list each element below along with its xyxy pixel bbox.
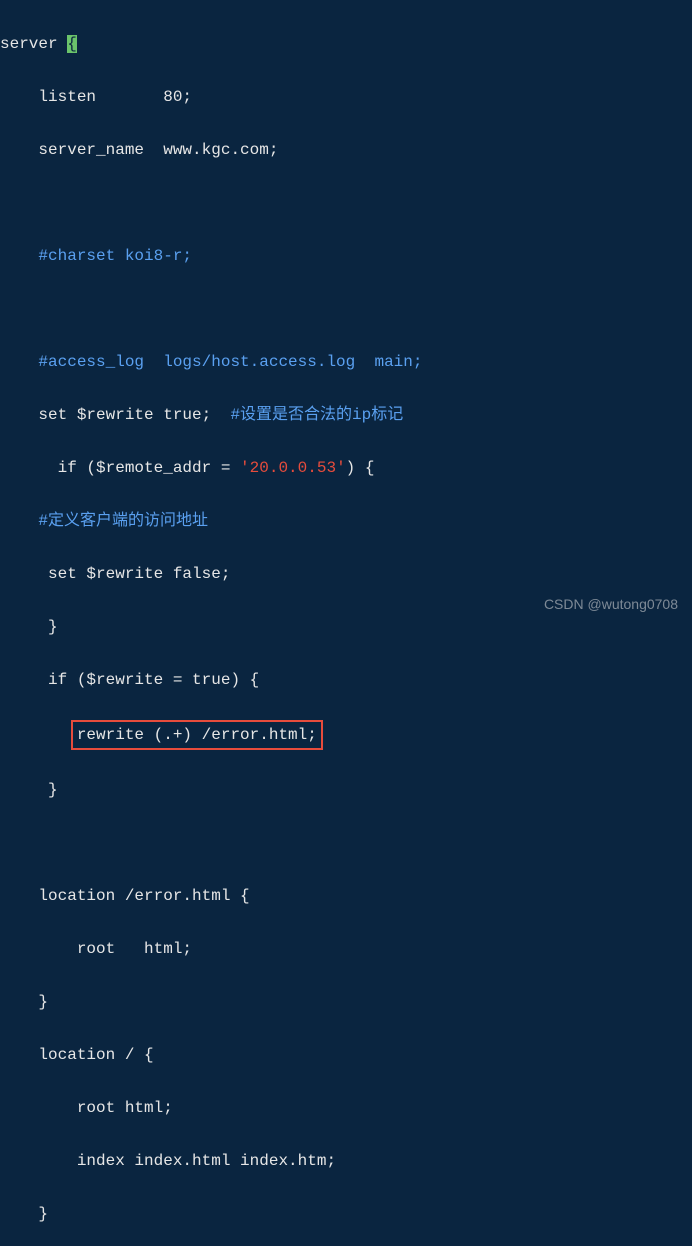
text: location / { <box>0 1046 154 1064</box>
text: ) { <box>346 459 375 477</box>
text: rewrite (.+) /error.html; <box>77 726 317 744</box>
code-line: set $rewrite true; #设置是否合法的ip标记 <box>0 402 692 429</box>
cursor-brace: { <box>67 35 77 53</box>
highlighted-rewrite-rule: rewrite (.+) /error.html; <box>71 720 323 751</box>
comment: #access_log logs/host.access.log main; <box>0 353 422 371</box>
code-line: #charset koi8-r; <box>0 243 692 270</box>
code-line: } <box>0 989 692 1016</box>
code-line <box>0 830 692 857</box>
text: } <box>0 993 48 1011</box>
code-line: if ($rewrite = true) { <box>0 667 692 694</box>
code-line <box>0 190 692 217</box>
code-line: location /error.html { <box>0 883 692 910</box>
text: if ($remote_addr = <box>0 459 240 477</box>
text: root html; <box>0 1099 173 1117</box>
code-line: root html; <box>0 936 692 963</box>
text: index index.html index.htm; <box>0 1152 336 1170</box>
code-line: listen 80; <box>0 84 692 111</box>
text: } <box>0 618 58 636</box>
code-line <box>0 296 692 323</box>
text: server <box>0 35 67 53</box>
string-literal: '20.0.0.53' <box>240 459 346 477</box>
code-line: server_name www.kgc.com; <box>0 137 692 164</box>
code-line: index index.html index.htm; <box>0 1148 692 1175</box>
text: if ($rewrite = true) { <box>0 671 259 689</box>
code-block: server { listen 80; server_name www.kgc.… <box>0 0 692 1246</box>
comment: #设置是否合法的ip标记 <box>230 406 403 424</box>
text: listen 80; <box>0 88 192 106</box>
comment: #定义客户端的访问地址 <box>0 512 208 530</box>
text: location /error.html { <box>0 887 250 905</box>
watermark: CSDN @wutong0708 <box>544 591 678 618</box>
code-line: } <box>0 614 692 641</box>
code-line: #定义客户端的访问地址 <box>0 508 692 535</box>
code-line: #access_log logs/host.access.log main; <box>0 349 692 376</box>
code-line: if ($remote_addr = '20.0.0.53') { <box>0 455 692 482</box>
code-line: } <box>0 1201 692 1228</box>
text: } <box>0 1205 48 1223</box>
code-line: } <box>0 777 692 804</box>
code-line: server { <box>0 31 692 58</box>
code-line: rewrite (.+) /error.html; <box>0 720 692 751</box>
text <box>0 726 77 744</box>
text: set $rewrite true; <box>0 406 230 424</box>
text: } <box>0 781 58 799</box>
text: set $rewrite false; <box>0 565 230 583</box>
text: server_name www.kgc.com; <box>0 141 278 159</box>
code-line: root html; <box>0 1095 692 1122</box>
code-line: location / { <box>0 1042 692 1069</box>
code-line: set $rewrite false; <box>0 561 692 588</box>
text: root html; <box>0 940 192 958</box>
comment: #charset koi8-r; <box>0 247 192 265</box>
